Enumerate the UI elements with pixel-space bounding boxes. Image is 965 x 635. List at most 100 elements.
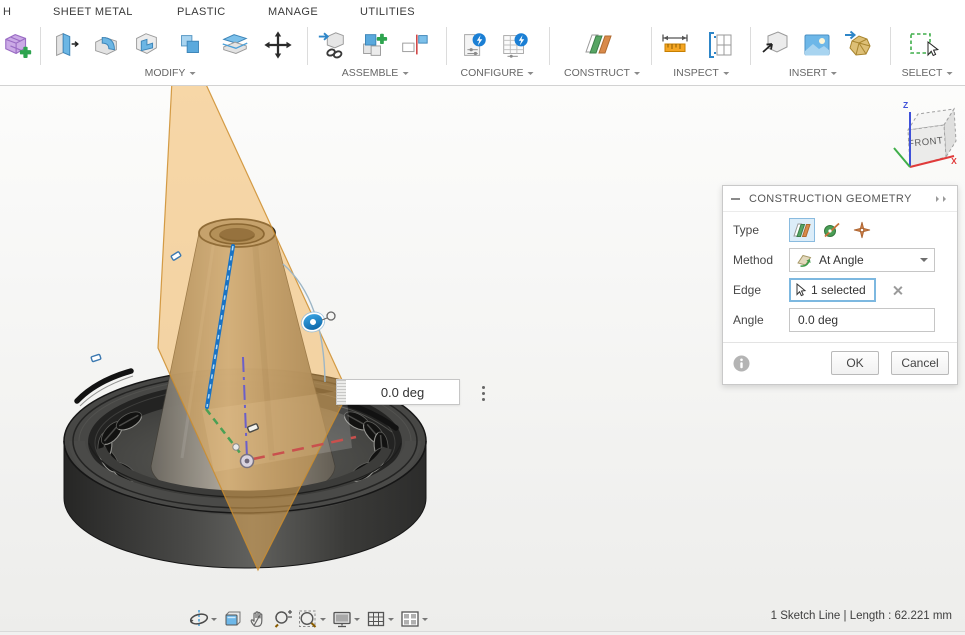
modeling-viewport[interactable]: FRONT Z X CONSTRUCTION GEOMETRY Type (0, 86, 965, 631)
derive-button[interactable] (314, 26, 350, 64)
pan-button[interactable] (245, 606, 270, 632)
measure-icon (658, 28, 692, 62)
select-icon (906, 28, 940, 62)
section-analysis-icon (704, 28, 738, 62)
dialog-header[interactable]: CONSTRUCTION GEOMETRY (723, 186, 957, 212)
viewports-icon (399, 608, 421, 630)
combine-button[interactable] (172, 26, 208, 64)
section-analysis-button[interactable] (703, 26, 739, 64)
grid-options-caret[interactable] (388, 618, 394, 624)
display-settings-button[interactable] (329, 606, 354, 632)
ok-button[interactable]: OK (831, 351, 879, 375)
origin-point[interactable] (241, 455, 254, 468)
drag-handle[interactable] (337, 380, 346, 404)
move-copy-button[interactable] (260, 26, 296, 64)
measure-button[interactable] (657, 26, 693, 64)
angle-value-input[interactable] (346, 380, 459, 404)
info-icon[interactable] (733, 355, 750, 372)
more-options-button[interactable] (475, 383, 491, 403)
collapse-icon[interactable] (731, 198, 740, 200)
group-inspect[interactable]: INSPECT (673, 67, 729, 79)
zoom-icon (272, 608, 294, 630)
group-configure[interactable]: CONFIGURE (461, 67, 534, 79)
select-button[interactable] (905, 26, 941, 64)
chevron-down-icon (723, 72, 729, 78)
new-component-button[interactable] (355, 26, 391, 64)
derive-icon (316, 29, 348, 61)
method-dropdown[interactable]: At Angle (789, 248, 935, 272)
group-insert[interactable]: INSERT (789, 67, 837, 79)
zoom-button[interactable] (270, 606, 295, 632)
bend-button[interactable] (88, 26, 124, 64)
type-axis-button[interactable] (819, 218, 845, 242)
canvas-image-icon (800, 28, 834, 62)
insert-mesh-button[interactable] (841, 26, 877, 64)
tab-sheet-metal[interactable]: SHEET METAL (53, 4, 133, 20)
clear-selection-icon[interactable] (892, 285, 903, 296)
group-construct-label: CONSTRUCT (564, 67, 630, 79)
configure-table-button[interactable] (497, 26, 533, 64)
viewcube[interactable]: FRONT Z X (868, 94, 962, 180)
viewcube-graphic: FRONT Z X (868, 94, 962, 180)
group-inspect-label: INSPECT (673, 67, 719, 79)
chevron-down-icon (189, 72, 195, 78)
look-at-button[interactable] (220, 606, 245, 632)
group-assemble-label: ASSEMBLE (342, 67, 399, 79)
dialog-footer: OK Cancel (723, 342, 957, 384)
type-point-button[interactable] (849, 218, 875, 242)
edge-selection-chip[interactable]: 1 selected (789, 278, 876, 302)
display-settings-icon (331, 608, 353, 630)
configure-feature-icon (458, 29, 490, 61)
tab-mesh-partial[interactable]: H (3, 4, 11, 20)
chevron-down-icon (946, 72, 952, 78)
joint-button[interactable] (396, 26, 432, 64)
edge-row: Edge 1 selected (723, 278, 957, 302)
group-select[interactable]: SELECT (902, 67, 953, 79)
x-axis-label: X (951, 156, 957, 166)
viewports-button[interactable] (397, 606, 422, 632)
display-options-caret[interactable] (354, 618, 360, 624)
chevron-down-icon (920, 258, 928, 266)
viewports-options-caret[interactable] (422, 618, 428, 624)
tab-manage[interactable]: MANAGE (268, 4, 318, 20)
method-row: Method At Angle (723, 248, 957, 272)
dialog-angle-input[interactable] (789, 308, 935, 332)
group-modify-label: MODIFY (145, 67, 186, 79)
group-select-label: SELECT (902, 67, 943, 79)
split-body-button[interactable] (217, 26, 253, 64)
construction-geometry-dialog: CONSTRUCTION GEOMETRY Type (722, 185, 958, 385)
group-configure-label: CONFIGURE (461, 67, 524, 79)
orbit-options-caret[interactable] (211, 618, 217, 624)
split-body-icon (219, 29, 251, 61)
method-value: At Angle (819, 253, 914, 267)
group-construct[interactable]: CONSTRUCT (564, 67, 640, 79)
configure-feature-button[interactable] (456, 26, 492, 64)
type-label: Type (733, 223, 789, 237)
dock-chevrons-icon[interactable] (935, 196, 949, 202)
group-modify[interactable]: MODIFY (145, 67, 196, 79)
type-row: Type (723, 218, 957, 242)
create-mesh-button[interactable] (0, 26, 36, 64)
zoom-window-button[interactable] (295, 606, 320, 632)
group-assemble[interactable]: ASSEMBLE (342, 67, 409, 79)
z-axis-label: Z (903, 100, 908, 110)
grid-snap-button[interactable] (363, 606, 388, 632)
construct-plane-button[interactable] (580, 26, 616, 64)
type-plane-button[interactable] (789, 218, 815, 242)
insert-derive-button[interactable] (757, 26, 793, 64)
orbit-button[interactable] (186, 606, 211, 632)
insert-canvas-button[interactable] (799, 26, 835, 64)
angle-label: Angle (733, 313, 789, 327)
convert-button[interactable] (128, 26, 164, 64)
zoom-options-caret[interactable] (320, 618, 326, 624)
look-at-icon (222, 608, 244, 630)
flange-button[interactable] (48, 26, 84, 64)
chevron-down-icon (831, 72, 837, 78)
tab-plastic[interactable]: PLASTIC (177, 4, 226, 20)
at-angle-icon (796, 252, 813, 269)
bend-icon (90, 29, 122, 61)
tab-utilities[interactable]: UTILITIES (360, 4, 415, 20)
cancel-button[interactable]: Cancel (891, 351, 949, 375)
navigation-bar (186, 606, 431, 632)
construct-plane-icon (581, 28, 615, 62)
